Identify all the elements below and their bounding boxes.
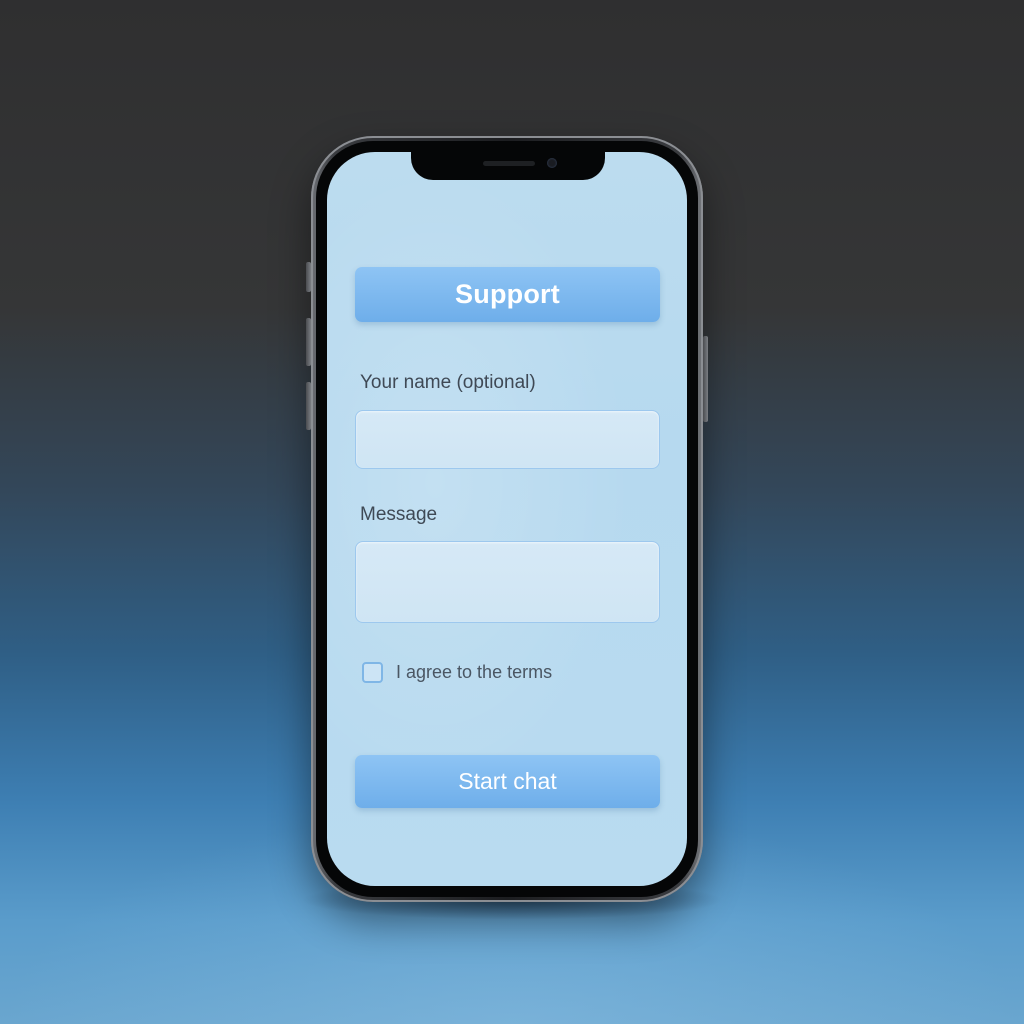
support-header-button[interactable]: Support [355,267,660,322]
start-chat-label: Start chat [458,768,557,794]
terms-checkbox-label[interactable]: I agree to the terms [396,662,552,683]
message-field-label: Message [360,504,438,525]
name-input[interactable] [355,410,660,469]
message-textarea[interactable] [355,541,660,623]
phone-volume-up-button [306,318,311,366]
name-field-label: Your name (optional) [360,372,536,393]
terms-checkbox[interactable] [362,662,383,683]
phone-power-button [703,336,708,422]
start-chat-button[interactable]: Start chat [355,755,660,808]
phone-volume-down-button [306,382,311,430]
front-camera [547,158,557,168]
phone-action-button [306,262,311,292]
phone-notch [411,152,605,180]
support-title: Support [455,279,560,309]
earpiece-speaker [483,161,535,166]
